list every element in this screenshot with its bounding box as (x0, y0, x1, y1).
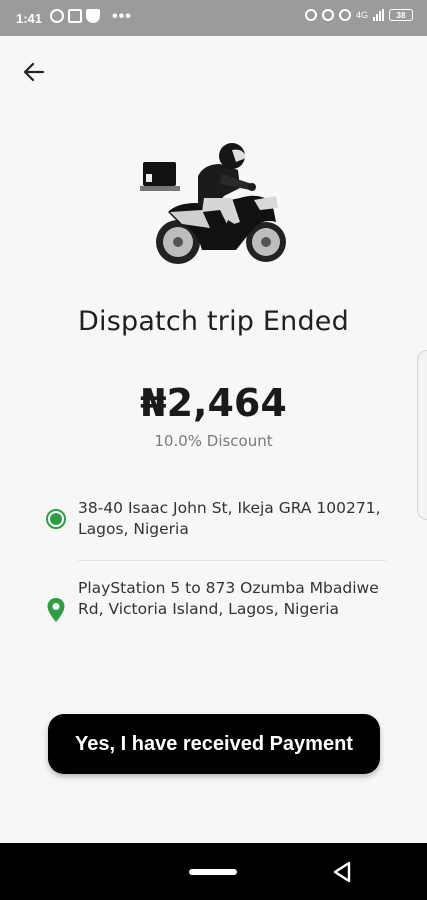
image-icon (68, 9, 82, 23)
dropoff-address: PlayStation 5 to 873 Ozumba Mbadiwe Rd, … (78, 579, 379, 618)
confirm-payment-button[interactable]: Yes, I have received Payment (48, 714, 380, 774)
status-time: 1:41 (16, 11, 43, 26)
route-divider (78, 560, 386, 561)
notification-icons (50, 9, 100, 23)
system-navigation-bar (0, 843, 427, 900)
more-notifications-icon: ••• (112, 8, 132, 25)
trip-status-title: Dispatch trip Ended (78, 306, 349, 337)
status-bar: 1:41 ••• 4G 38 (0, 0, 427, 36)
nav-back-icon[interactable] (331, 860, 353, 884)
back-button[interactable] (18, 56, 50, 88)
dropoff-address-row: PlayStation 5 to 873 Ozumba Mbadiwe Rd, … (46, 578, 386, 623)
wifi-icon (338, 9, 351, 21)
network-type: 4G (355, 10, 368, 20)
pickup-address-row: 38-40 Isaac John St, Ikeja GRA 100271, L… (46, 498, 386, 540)
location-pin-icon (47, 598, 65, 622)
battery-level: 38 (396, 10, 406, 20)
home-gesture-pill[interactable] (189, 869, 237, 875)
shield-icon (86, 9, 100, 23)
signal-icon (373, 9, 384, 21)
side-panel-handle[interactable] (417, 350, 427, 520)
alarm-icon (304, 9, 317, 21)
location-icon (321, 9, 334, 21)
status-right-icons: 4G 38 (304, 9, 413, 21)
pickup-dot-icon (46, 509, 66, 529)
arrow-left-icon (23, 62, 45, 82)
dispatch-rider-illustration (140, 143, 286, 264)
discount-label: 10.0% Discount (154, 432, 273, 450)
battery-icon: 38 (389, 9, 413, 21)
fare-amount: ₦2,464 (140, 381, 287, 425)
whatsapp-icon (50, 9, 64, 23)
pickup-address: 38-40 Isaac John St, Ikeja GRA 100271, L… (78, 499, 381, 538)
